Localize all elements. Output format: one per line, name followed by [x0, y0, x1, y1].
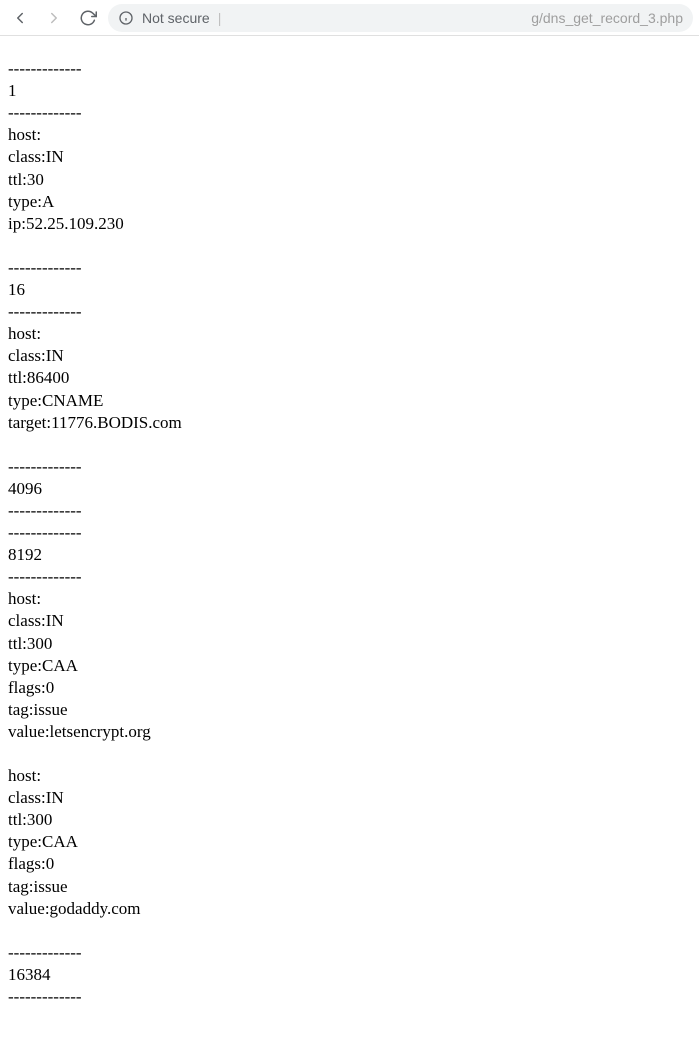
record-type: type:CAA	[8, 832, 78, 851]
record-value: value:letsencrypt.org	[8, 722, 151, 741]
record-tag: tag:issue	[8, 700, 68, 719]
record-class: class:IN	[8, 788, 64, 807]
record-type: type:CNAME	[8, 391, 103, 410]
record-class: class:IN	[8, 611, 64, 630]
record-ttl: ttl:30	[8, 170, 44, 189]
separator-line: -------------	[8, 943, 82, 962]
record-number: 8192	[8, 545, 42, 564]
record-ip: ip:52.25.109.230	[8, 214, 124, 233]
url-hidden-part	[229, 10, 523, 26]
back-button[interactable]	[6, 4, 34, 32]
separator-line: -------------	[8, 302, 82, 321]
record-ttl: ttl:86400	[8, 368, 69, 387]
separator-line: -------------	[8, 523, 82, 542]
record-flags: flags:0	[8, 854, 54, 873]
record-host: host:	[8, 766, 41, 785]
separator-line: -------------	[8, 258, 82, 277]
separator-line: -------------	[8, 567, 82, 586]
record-host: host:	[8, 589, 41, 608]
record-flags: flags:0	[8, 678, 54, 697]
record-class: class:IN	[8, 147, 64, 166]
browser-toolbar: Not secure | g/dns_get_record_3.php	[0, 0, 699, 36]
record-target: target:11776.BODIS.com	[8, 413, 182, 432]
record-number: 16384	[8, 965, 51, 984]
url-visible-tail: g/dns_get_record_3.php	[531, 10, 683, 26]
separator-line: -------------	[8, 457, 82, 476]
record-number: 4096	[8, 479, 42, 498]
forward-button[interactable]	[40, 4, 68, 32]
separator-line: -------------	[8, 59, 82, 78]
record-ttl: ttl:300	[8, 810, 52, 829]
record-tag: tag:issue	[8, 877, 68, 896]
record-type: type:A	[8, 192, 54, 211]
record-host: host:	[8, 324, 41, 343]
address-bar[interactable]: Not secure | g/dns_get_record_3.php	[108, 4, 693, 32]
page-content: ------------- 1 ------------- host: clas…	[0, 36, 699, 1008]
info-icon	[118, 10, 134, 26]
record-number: 1	[8, 81, 17, 100]
record-type: type:CAA	[8, 656, 78, 675]
separator: |	[218, 10, 222, 26]
reload-button[interactable]	[74, 4, 102, 32]
record-value: value:godaddy.com	[8, 899, 141, 918]
separator-line: -------------	[8, 501, 82, 520]
record-number: 16	[8, 280, 25, 299]
separator-line: -------------	[8, 987, 82, 1006]
record-class: class:IN	[8, 346, 64, 365]
security-label: Not secure	[142, 10, 210, 26]
record-ttl: ttl:300	[8, 634, 52, 653]
record-host: host:	[8, 125, 41, 144]
separator-line: -------------	[8, 103, 82, 122]
